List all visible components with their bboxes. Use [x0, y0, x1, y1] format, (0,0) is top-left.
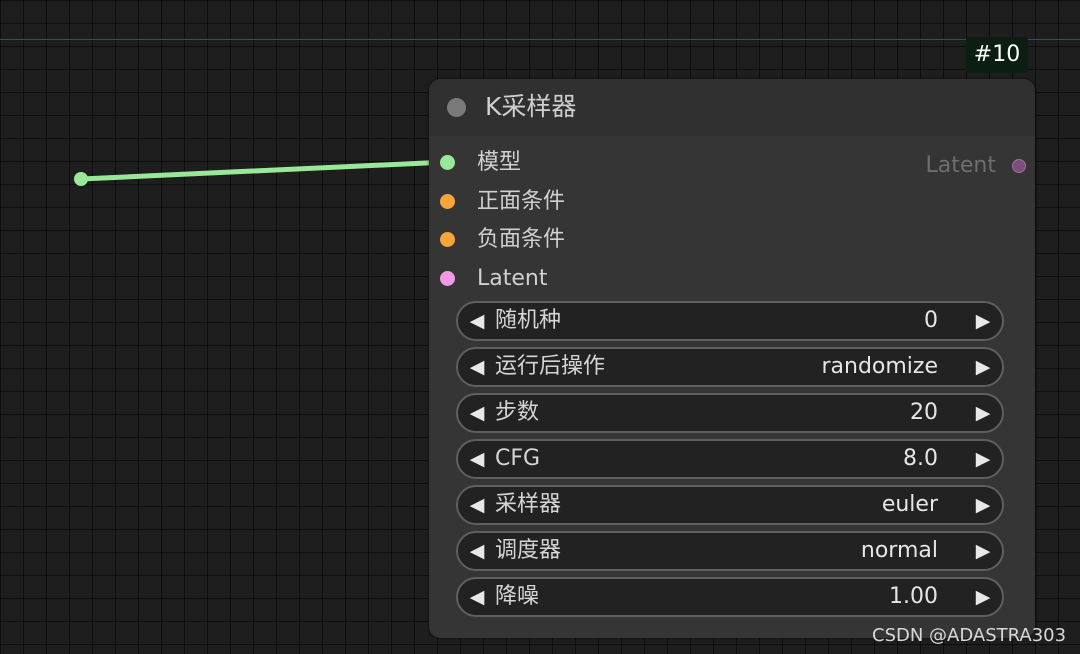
decrement-arrow-icon[interactable]: ◀	[467, 533, 487, 569]
input-dot-model[interactable]	[440, 155, 455, 170]
widget-name-denoise: 降噪	[495, 584, 540, 609]
input-dot-latent[interactable]	[440, 271, 455, 286]
input-dot-negative[interactable]	[440, 232, 455, 247]
input-label-latent: Latent	[477, 266, 548, 291]
output-dot-latent[interactable]	[1012, 159, 1026, 173]
input-dot-positive[interactable]	[440, 194, 455, 209]
increment-arrow-icon[interactable]: ▶	[973, 441, 993, 477]
node-title: K采样器	[485, 92, 577, 121]
decrement-arrow-icon[interactable]: ◀	[467, 487, 487, 523]
widget-value-denoise[interactable]: 1.00	[889, 579, 938, 615]
increment-arrow-icon[interactable]: ▶	[973, 533, 993, 569]
widget-name-sampler: 采样器	[495, 492, 562, 517]
decrement-arrow-icon[interactable]: ◀	[467, 441, 487, 477]
widget-sampler[interactable]: ◀ 采样器 euler ▶	[456, 485, 1004, 525]
ksampler-node[interactable]: K采样器 模型 正面条件 负面条件 Latent Latent ◀ 随机种 0 …	[429, 79, 1035, 638]
input-label-model: 模型	[477, 150, 522, 175]
output-label-latent: Latent	[925, 153, 996, 178]
collapse-toggle-icon[interactable]	[447, 98, 466, 117]
widget-control-after-generate[interactable]: ◀ 运行后操作 randomize ▶	[456, 347, 1004, 387]
increment-arrow-icon[interactable]: ▶	[973, 395, 993, 431]
decrement-arrow-icon[interactable]: ◀	[467, 349, 487, 385]
widget-value-steps[interactable]: 20	[910, 395, 938, 431]
increment-arrow-icon[interactable]: ▶	[973, 303, 993, 339]
widget-value-seed[interactable]: 0	[924, 303, 938, 339]
increment-arrow-icon[interactable]: ▶	[973, 487, 993, 523]
widget-denoise[interactable]: ◀ 降噪 1.00 ▶	[456, 577, 1004, 617]
input-slot-latent[interactable]: Latent	[440, 264, 640, 294]
widget-scheduler[interactable]: ◀ 调度器 normal ▶	[456, 531, 1004, 571]
input-slot-positive[interactable]: 正面条件	[440, 187, 640, 217]
widget-cfg[interactable]: ◀ CFG 8.0 ▶	[456, 439, 1004, 479]
widget-value-sampler[interactable]: euler	[882, 487, 938, 523]
input-slot-negative[interactable]: 负面条件	[440, 225, 640, 255]
increment-arrow-icon[interactable]: ▶	[973, 349, 993, 385]
decrement-arrow-icon[interactable]: ◀	[467, 579, 487, 615]
output-slot-latent[interactable]: Latent	[919, 151, 1029, 181]
input-label-negative: 负面条件	[477, 227, 566, 252]
widget-seed[interactable]: ◀ 随机种 0 ▶	[456, 301, 1004, 341]
widget-name-cfg: CFG	[495, 446, 541, 471]
link-start-handle[interactable]	[74, 172, 88, 186]
watermark-text: CSDN @ADASTRA303	[872, 625, 1067, 646]
node-header[interactable]: K采样器	[429, 79, 1035, 136]
widget-name-control: 运行后操作	[495, 354, 606, 379]
widget-steps[interactable]: ◀ 步数 20 ▶	[456, 393, 1004, 433]
node-id-badge: #10	[966, 37, 1028, 73]
input-label-positive: 正面条件	[477, 189, 566, 214]
widget-name-steps: 步数	[495, 400, 540, 425]
widget-value-cfg[interactable]: 8.0	[903, 441, 938, 477]
widget-value-control[interactable]: randomize	[821, 349, 938, 385]
decrement-arrow-icon[interactable]: ◀	[467, 395, 487, 431]
link-wire-path[interactable]	[78, 159, 450, 182]
input-slot-model[interactable]: 模型	[440, 148, 640, 178]
widget-name-scheduler: 调度器	[495, 538, 562, 563]
decrement-arrow-icon[interactable]: ◀	[467, 303, 487, 339]
widget-name-seed: 随机种	[495, 308, 562, 333]
widget-value-scheduler[interactable]: normal	[861, 533, 938, 569]
increment-arrow-icon[interactable]: ▶	[973, 579, 993, 615]
